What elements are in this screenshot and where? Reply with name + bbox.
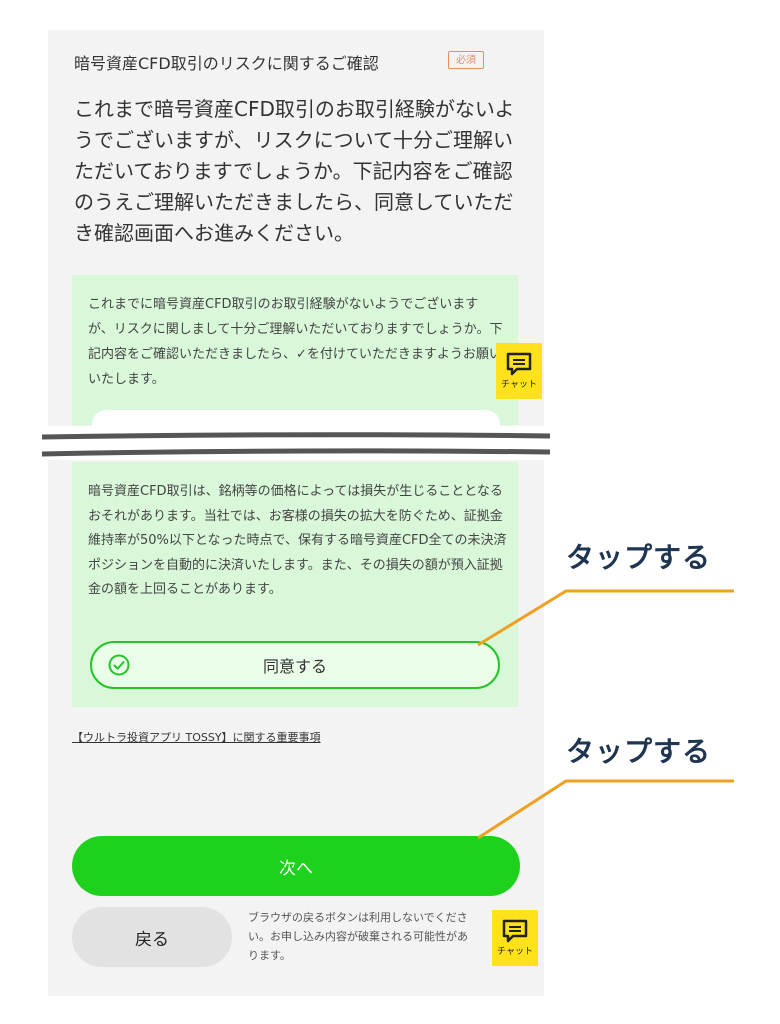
chat-button-top[interactable]: チャット [496,343,542,399]
chat-label: チャット [501,380,537,390]
important-matters-link[interactable]: 【ウルトラ投資アプリ TOSSY】に関する重要事項 [72,729,321,745]
browser-back-note: ブラウザの戻るボタンは利用しないでください。お申し込み内容が破棄される可能性があ… [248,911,468,962]
back-label: 戻る [135,929,169,950]
tap-annotation-next: タップする [566,735,712,768]
intro-text: これまで暗号資産CFD取引のお取引経験がないようでございますが、リスクについて十… [74,97,515,245]
chat-label: チャット [497,947,533,957]
agree-button[interactable]: 同意する [90,641,500,689]
required-badge: 必須 [448,51,484,69]
risk-description: 暗号資産CFD取引は、銘柄等の価格によっては損失が生じることとなるおそれがありま… [88,484,507,597]
chat-bubble-icon [502,919,528,943]
panel-instruction: これまでに暗号資産CFD取引のお取引経験がないようでございますが、リスクに関しま… [88,297,503,387]
next-button[interactable]: 次へ [72,836,520,896]
chat-bubble-icon [506,352,532,376]
next-label: 次へ [279,858,313,879]
back-button[interactable]: 戻る [72,907,232,967]
tap-annotation-agree: タップする [566,541,712,574]
agree-label: 同意する [262,657,327,676]
check-circle-icon [108,654,130,676]
section-cut-mark [40,426,552,460]
section-title: 暗号資産CFD取引のリスクに関するご確認 [74,54,379,73]
chat-button-bottom[interactable]: チャット [492,910,538,966]
